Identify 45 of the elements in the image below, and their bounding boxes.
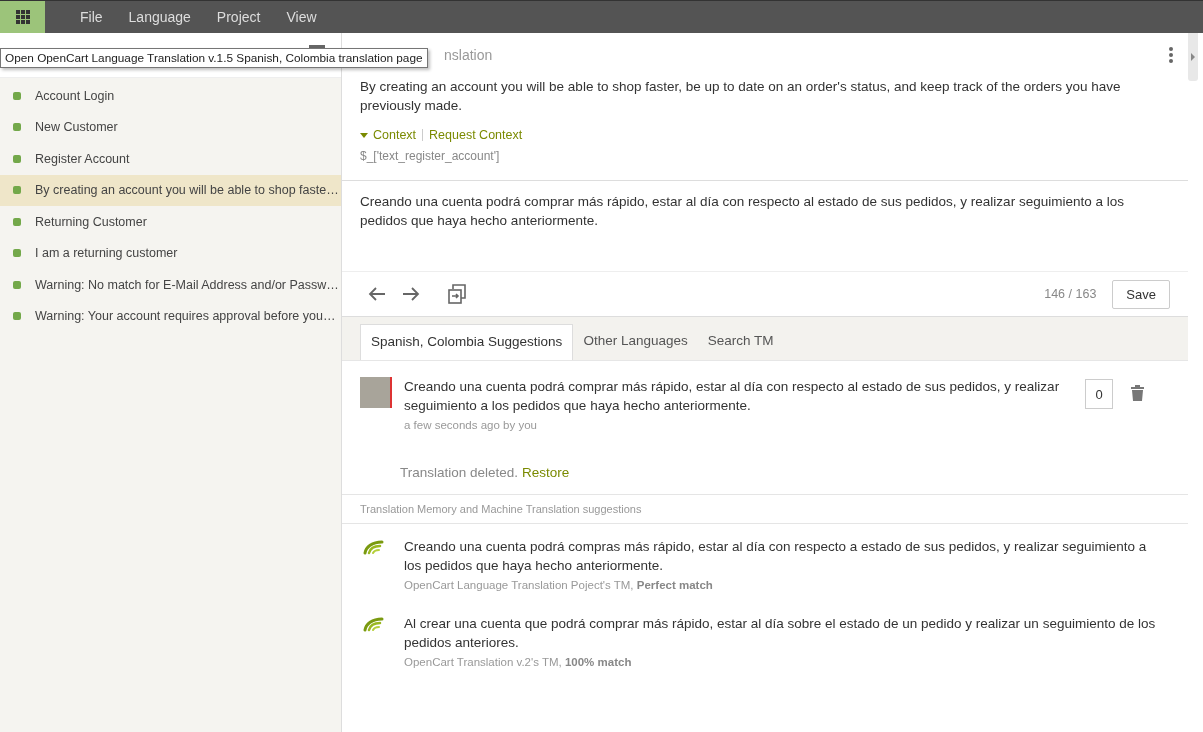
string-list-item[interactable]: I am a returning customer [0, 237, 341, 269]
string-counter: 146 / 163 [1044, 287, 1097, 301]
panel-heading: nslation [444, 46, 493, 63]
menu-item[interactable]: File [80, 9, 103, 25]
tab[interactable]: Spanish, Colombia Suggestions [360, 324, 574, 360]
translation-field[interactable]: Creando una cuenta podrá comprar más rápido, estar al día con respecto al estado de sus pedidos, y realizar seguimiento a los pedidos que haya hecho anteriormente. [342, 180, 1188, 272]
string-list-item[interactable]: Returning Customer [0, 206, 341, 238]
string-list-item[interactable]: New Customer [0, 111, 341, 143]
string-list-item[interactable]: Warning: Your account requires approval before you… [0, 300, 341, 332]
string-key: $_['text_register_account'] [342, 142, 1188, 163]
grid-icon [15, 10, 30, 24]
suggestion-source: OpenCart Language Translation Poject's TM, Perfect match [404, 579, 714, 591]
suggestion-text[interactable]: Al crear una cuenta que podrá comprar más rápido, estar al día sobre el estado de un pedido y realizar un seguimiento de los pedidos anteriores. [404, 614, 1174, 652]
tm-logo-icon [362, 616, 384, 632]
arrow-left-icon[interactable] [368, 286, 386, 302]
suggestion-text[interactable]: Creando una cuenta podrá compras más rápido, estar al día con respecto a estado de sus pedidos, y realizar seguimiento a los pedidos que haya hecho anteriormente. [404, 537, 1174, 575]
tm-logo-icon [362, 539, 384, 555]
save-button[interactable]: Save [1112, 279, 1170, 309]
copy-icon[interactable] [448, 284, 466, 304]
menu-item[interactable]: Project [216, 9, 261, 25]
menu-item[interactable]: View [286, 9, 317, 25]
tab[interactable]: Search TM [697, 324, 784, 360]
suggestion-text[interactable]: Creando una cuenta podrá comprar más rápido, estar al día con respecto al estado de sus pedidos, y realizar seguimiento a los pedidos que haya hecho anteriormente. [404, 377, 1085, 415]
tab[interactable]: Other Languages [573, 324, 698, 360]
context-toggle[interactable]: Context [360, 128, 417, 142]
string-list-item[interactable]: Warning: No match for E-Mail Address and/or Passw… [0, 269, 341, 301]
more-options-icon[interactable] [1168, 46, 1174, 63]
photo-placeholder [360, 377, 392, 408]
restore-link[interactable]: Restore [522, 465, 570, 480]
string-list-item[interactable]: Account Login [0, 80, 341, 112]
source-text: By creating an account you will be able to shop faster, be up to date on an order's status, and keep track of the orders you have previously made. [359, 78, 1122, 115]
menu-item[interactable]: Language [128, 9, 191, 25]
section-heading: Translation Memory and Machine Translation suggestions [342, 495, 1188, 524]
deleted-notice: Translation deleted. [400, 465, 519, 480]
vote-count[interactable]: 0 [1085, 379, 1113, 409]
string-list-item[interactable]: By creating an account you will be able to shop faste… [0, 174, 341, 206]
suggestion-source: OpenCart Translation v.2's TM, 100% match [404, 656, 633, 668]
trash-icon[interactable] [1131, 385, 1144, 401]
arrow-right-icon[interactable] [402, 286, 420, 302]
request-context-link[interactable]: Request Context [429, 128, 523, 142]
string-list-item[interactable]: Register Account [0, 143, 341, 175]
apps-menu-button[interactable] [0, 1, 45, 33]
side-panel-toggle[interactable] [1188, 33, 1198, 81]
tooltip: Open OpenCart Language Translation v.1.5 Spanish, Colombia translation page [0, 48, 428, 68]
suggestion-meta: a few seconds ago by you [404, 419, 538, 431]
